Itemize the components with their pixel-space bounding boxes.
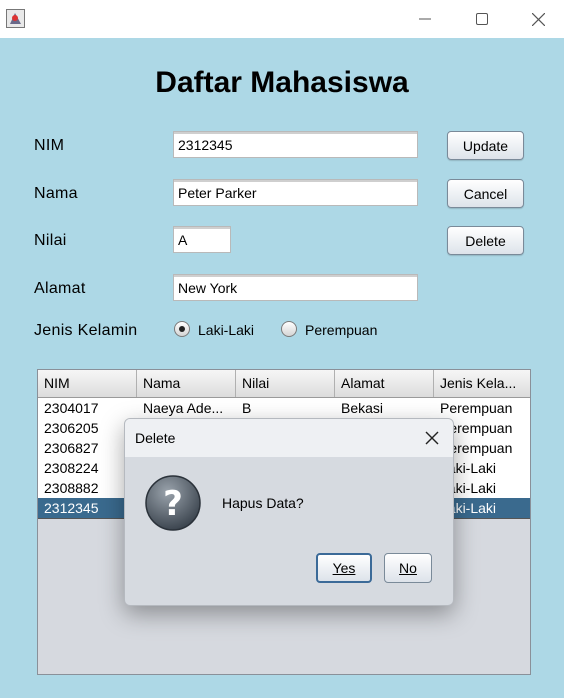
nim-label: NIM [34,137,65,154]
column-header-alamat[interactable]: Alamat [335,370,434,397]
java-app-icon [6,9,25,28]
cell-nim: 2312345 [44,500,99,516]
cell-nama: Naeya Ade... [143,400,224,416]
table-row[interactable]: 2304017 Naeya Ade... B Bekasi Perempuan [38,398,530,418]
cell-jenis-kelamin: Perempuan [440,400,513,416]
cell-nim: 2306827 [44,440,99,456]
cancel-button[interactable]: Cancel [447,179,524,208]
alamat-label: Alamat [34,280,86,297]
alamat-field[interactable]: New York [173,274,418,301]
cell-nilai: B [242,400,252,416]
minimize-icon [419,18,431,20]
radio-selected-dot [179,326,185,332]
svg-text:?: ? [163,484,183,524]
table-header: NIM Nama Nilai Alamat Jenis Kela... [38,370,530,398]
nama-field[interactable]: Peter Parker [173,179,418,206]
cell-nim: 2308224 [44,460,99,476]
cell-nim: 2304017 [44,400,99,416]
column-header-nim[interactable]: NIM [38,370,137,397]
maximize-icon [476,13,488,25]
close-button[interactable] [512,0,564,38]
radio-laki-laki[interactable] [174,321,190,337]
window-titlebar [0,0,564,38]
maximize-button[interactable] [453,0,511,38]
update-button[interactable]: Update [447,131,524,160]
delete-button[interactable]: Delete [447,226,524,255]
radio-perempuan-label[interactable]: Perempuan [305,322,377,338]
cell-alamat: Bekasi [341,400,384,416]
dialog-title: Delete [135,430,176,446]
gender-label: Jenis Kelamin [34,322,138,339]
dialog-message: Hapus Data? [222,495,304,511]
no-button[interactable]: No [384,553,432,583]
minimize-button[interactable] [396,0,454,38]
delete-confirm-dialog: Delete ? Hapus Data? Yes No [124,418,454,606]
cell-nim: 2306205 [44,420,99,436]
column-header-nilai[interactable]: Nilai [236,370,335,397]
cell-nim: 2308882 [44,480,99,496]
radio-laki-laki-label[interactable]: Laki-Laki [198,322,254,338]
dialog-titlebar: Delete [125,419,453,457]
column-header-jenis-kelamin[interactable]: Jenis Kela... [434,370,530,397]
nilai-label: Nilai [34,232,67,249]
question-icon: ? [145,475,201,531]
nama-label: Nama [34,185,78,202]
nim-field[interactable]: 2312345 [173,131,418,158]
column-header-nama[interactable]: Nama [137,370,236,397]
nilai-field[interactable]: A [173,226,231,253]
yes-button[interactable]: Yes [316,553,372,583]
page-title: Daftar Mahasiswa [155,66,409,99]
radio-perempuan[interactable] [281,321,297,337]
close-icon [531,12,545,26]
dialog-close-icon[interactable] [421,427,443,449]
